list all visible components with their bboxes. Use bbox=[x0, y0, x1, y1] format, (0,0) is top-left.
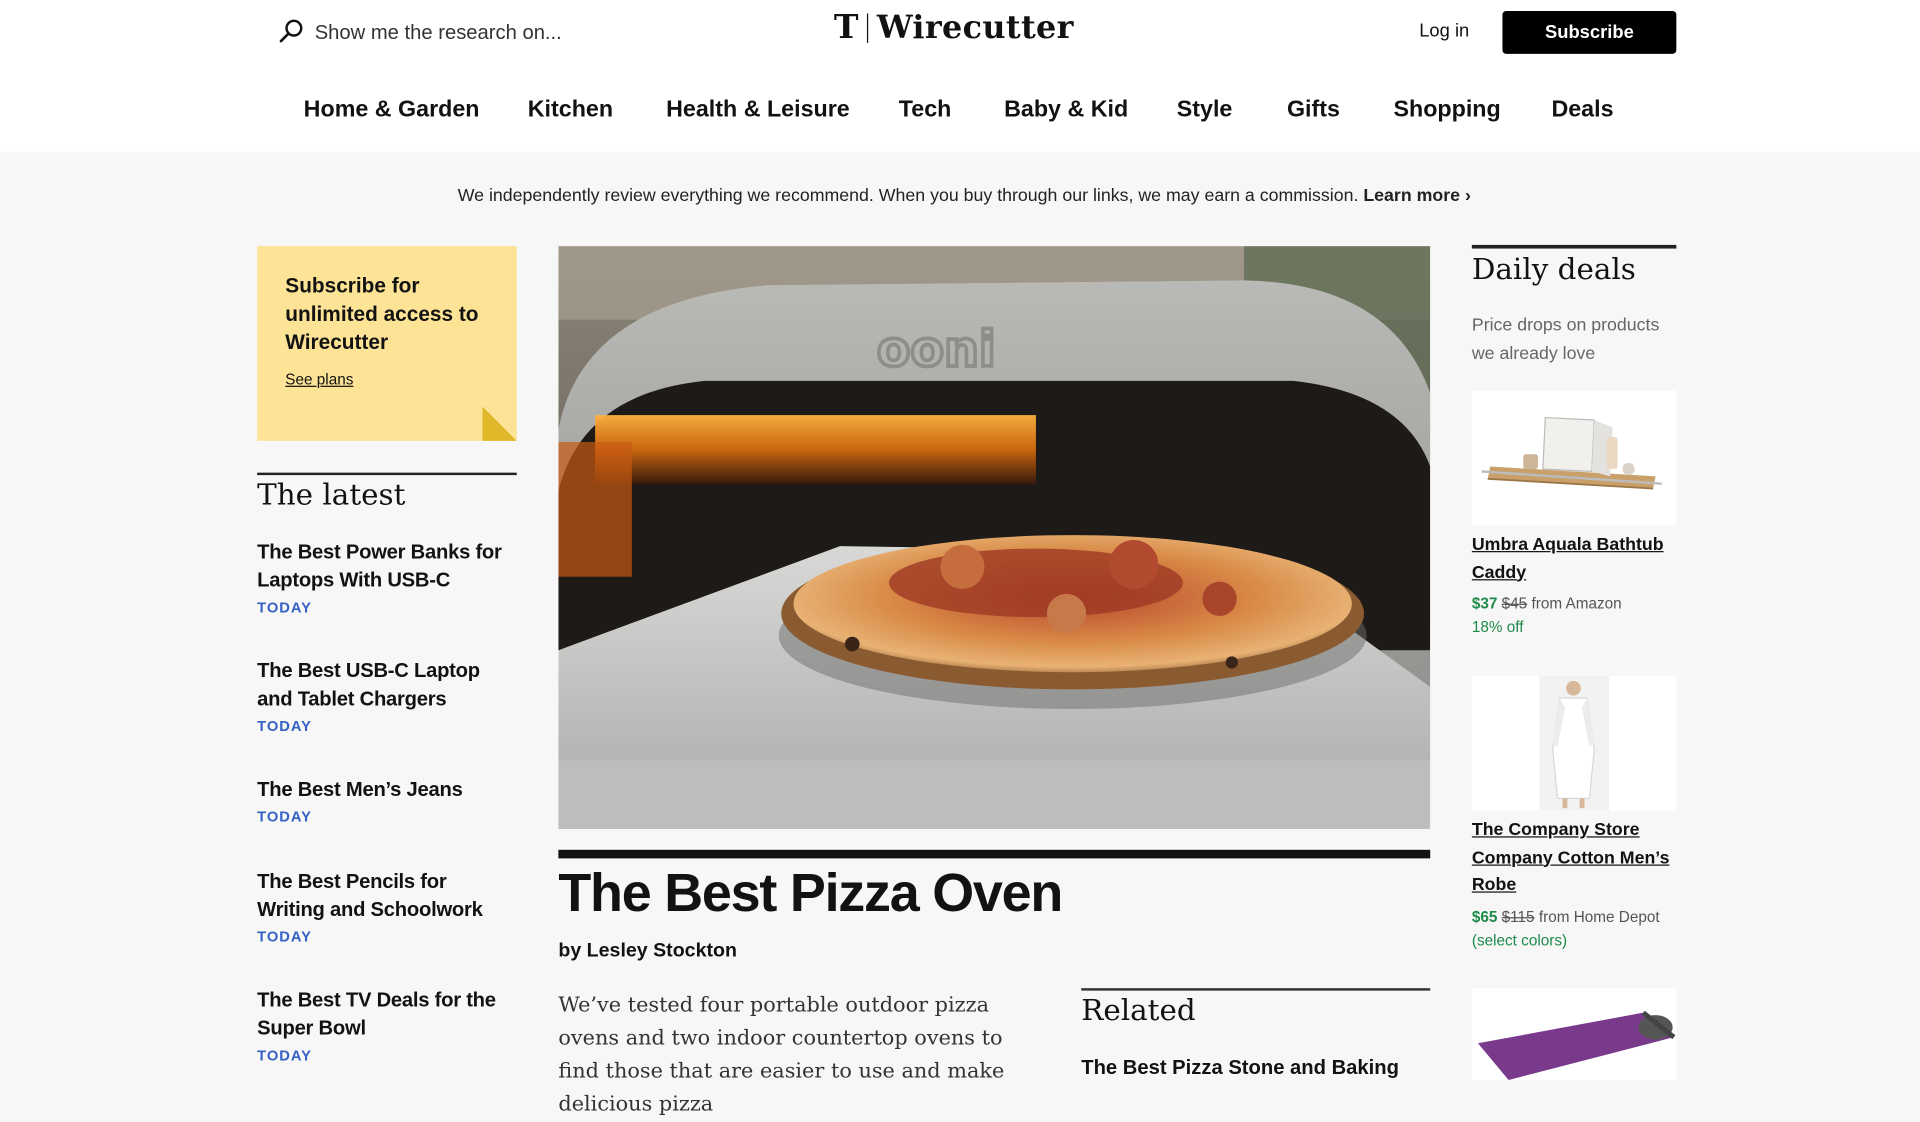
latest-item[interactable]: The Best Power Banks for Laptops With US… bbox=[257, 539, 517, 616]
nav-kitchen[interactable]: Kitchen bbox=[528, 97, 613, 124]
search-icon[interactable] bbox=[279, 18, 303, 49]
nav-health-leisure[interactable]: Health & Leisure bbox=[666, 97, 850, 124]
article-title[interactable]: The Best Pizza Oven bbox=[558, 863, 1063, 924]
see-plans-link[interactable]: See plans bbox=[285, 371, 353, 388]
deal-current-price: $37 bbox=[1471, 595, 1498, 613]
main-nav: Home & Garden Kitchen Health & Leisure T… bbox=[0, 97, 1920, 129]
article-byline: by Lesley Stockton bbox=[558, 940, 737, 962]
related-divider bbox=[1081, 988, 1431, 991]
promo-page-fold-shadow bbox=[482, 406, 517, 441]
latest-item[interactable]: The Best USB-C Laptop and Tablet Charger… bbox=[257, 658, 517, 735]
latest-item-title[interactable]: The Best TV Deals for the Super Bowl bbox=[257, 987, 517, 1043]
latest-item[interactable]: The Best Pencils for Writing and Schoolw… bbox=[257, 868, 517, 946]
site-header: Show me the research on... T Wirecutter … bbox=[0, 0, 1920, 152]
latest-item-date: TODAY bbox=[257, 808, 312, 826]
search-box[interactable]: Show me the research on... bbox=[279, 17, 562, 49]
learn-more-link[interactable]: Learn more › bbox=[1363, 186, 1471, 206]
deals-subtitle: Price drops on products we already love bbox=[1471, 315, 1660, 364]
nav-home-garden[interactable]: Home & Garden bbox=[304, 97, 480, 124]
deal-name[interactable]: The Company Store Company Cotton Men’s R… bbox=[1472, 817, 1676, 900]
article-summary: We’ve tested four portable outdoor pizza… bbox=[558, 993, 1005, 1117]
deal-original-price: $115 bbox=[1501, 908, 1535, 926]
logo-divider bbox=[867, 13, 869, 43]
nyt-logo-mark: T bbox=[833, 8, 859, 47]
latest-heading: The latest bbox=[257, 477, 406, 512]
latest-item-date: TODAY bbox=[257, 598, 312, 616]
deal-current-price: $65 bbox=[1471, 908, 1498, 926]
deal-price: $37 $45 from Amazon bbox=[1472, 591, 1680, 616]
latest-item[interactable]: The Best TV Deals for the Super Bowl TOD… bbox=[257, 987, 517, 1064]
latest-item-title[interactable]: The Best Pencils for Writing and Schoolw… bbox=[257, 868, 517, 924]
latest-item-date: TODAY bbox=[257, 1046, 312, 1065]
deal-image-yoga-mat[interactable] bbox=[1471, 988, 1677, 1081]
deals-heading: Daily deals bbox=[1471, 252, 1636, 287]
nav-gifts[interactable]: Gifts bbox=[1287, 97, 1340, 124]
login-link[interactable]: Log in bbox=[1419, 21, 1469, 42]
deal-image-robe[interactable] bbox=[1471, 675, 1677, 811]
latest-item-title[interactable]: The Best Power Banks for Laptops With US… bbox=[257, 539, 517, 595]
oven-brand-logo: ooni bbox=[877, 321, 996, 378]
deal-name[interactable]: Umbra Aquala Bathtub Caddy bbox=[1472, 531, 1676, 586]
latest-divider bbox=[257, 472, 517, 476]
deal-original-price: $45 bbox=[1501, 595, 1528, 613]
subscribe-promo: Subscribe for unlimited access to Wirecu… bbox=[257, 246, 517, 441]
promo-title: Subscribe for unlimited access to Wirecu… bbox=[285, 274, 479, 354]
deal-options: (select colors) bbox=[1471, 931, 1568, 949]
latest-item[interactable]: The Best Men’s Jeans TODAY bbox=[257, 776, 517, 826]
deal-source: from Home Depot bbox=[1538, 908, 1660, 926]
latest-item-title[interactable]: The Best Men’s Jeans bbox=[257, 776, 517, 804]
disclaimer-text: We independently review everything we re… bbox=[457, 186, 1359, 206]
affiliate-disclaimer: We independently review everything we re… bbox=[0, 186, 1920, 206]
latest-item-date: TODAY bbox=[257, 717, 312, 735]
hero-image[interactable]: ooni bbox=[558, 246, 1431, 829]
deal-source: from Amazon bbox=[1531, 595, 1622, 613]
nav-baby-kid[interactable]: Baby & Kid bbox=[1004, 97, 1128, 124]
search-input[interactable]: Show me the research on... bbox=[315, 21, 562, 44]
hero-divider bbox=[558, 849, 1431, 859]
latest-item-title[interactable]: The Best USB-C Laptop and Tablet Charger… bbox=[257, 658, 517, 714]
deals-divider bbox=[1471, 244, 1677, 249]
nav-deals[interactable]: Deals bbox=[1551, 97, 1613, 124]
latest-item-date: TODAY bbox=[257, 928, 312, 946]
subscribe-button[interactable]: Subscribe bbox=[1502, 11, 1677, 54]
nav-tech[interactable]: Tech bbox=[899, 97, 952, 124]
related-heading: Related bbox=[1081, 993, 1196, 1028]
deal-image-bathtub-caddy[interactable] bbox=[1471, 390, 1677, 526]
logo-wordmark: Wirecutter bbox=[876, 9, 1074, 47]
wirecutter-logo[interactable]: T Wirecutter bbox=[833, 8, 1074, 47]
related-article-link[interactable]: The Best Pizza Stone and Baking bbox=[1081, 1054, 1430, 1081]
deal-discount: 18% off bbox=[1471, 618, 1524, 636]
deal-price: $65 $115 from Home Depot bbox=[1472, 905, 1680, 930]
nav-style[interactable]: Style bbox=[1177, 97, 1233, 124]
nav-shopping[interactable]: Shopping bbox=[1393, 97, 1500, 124]
